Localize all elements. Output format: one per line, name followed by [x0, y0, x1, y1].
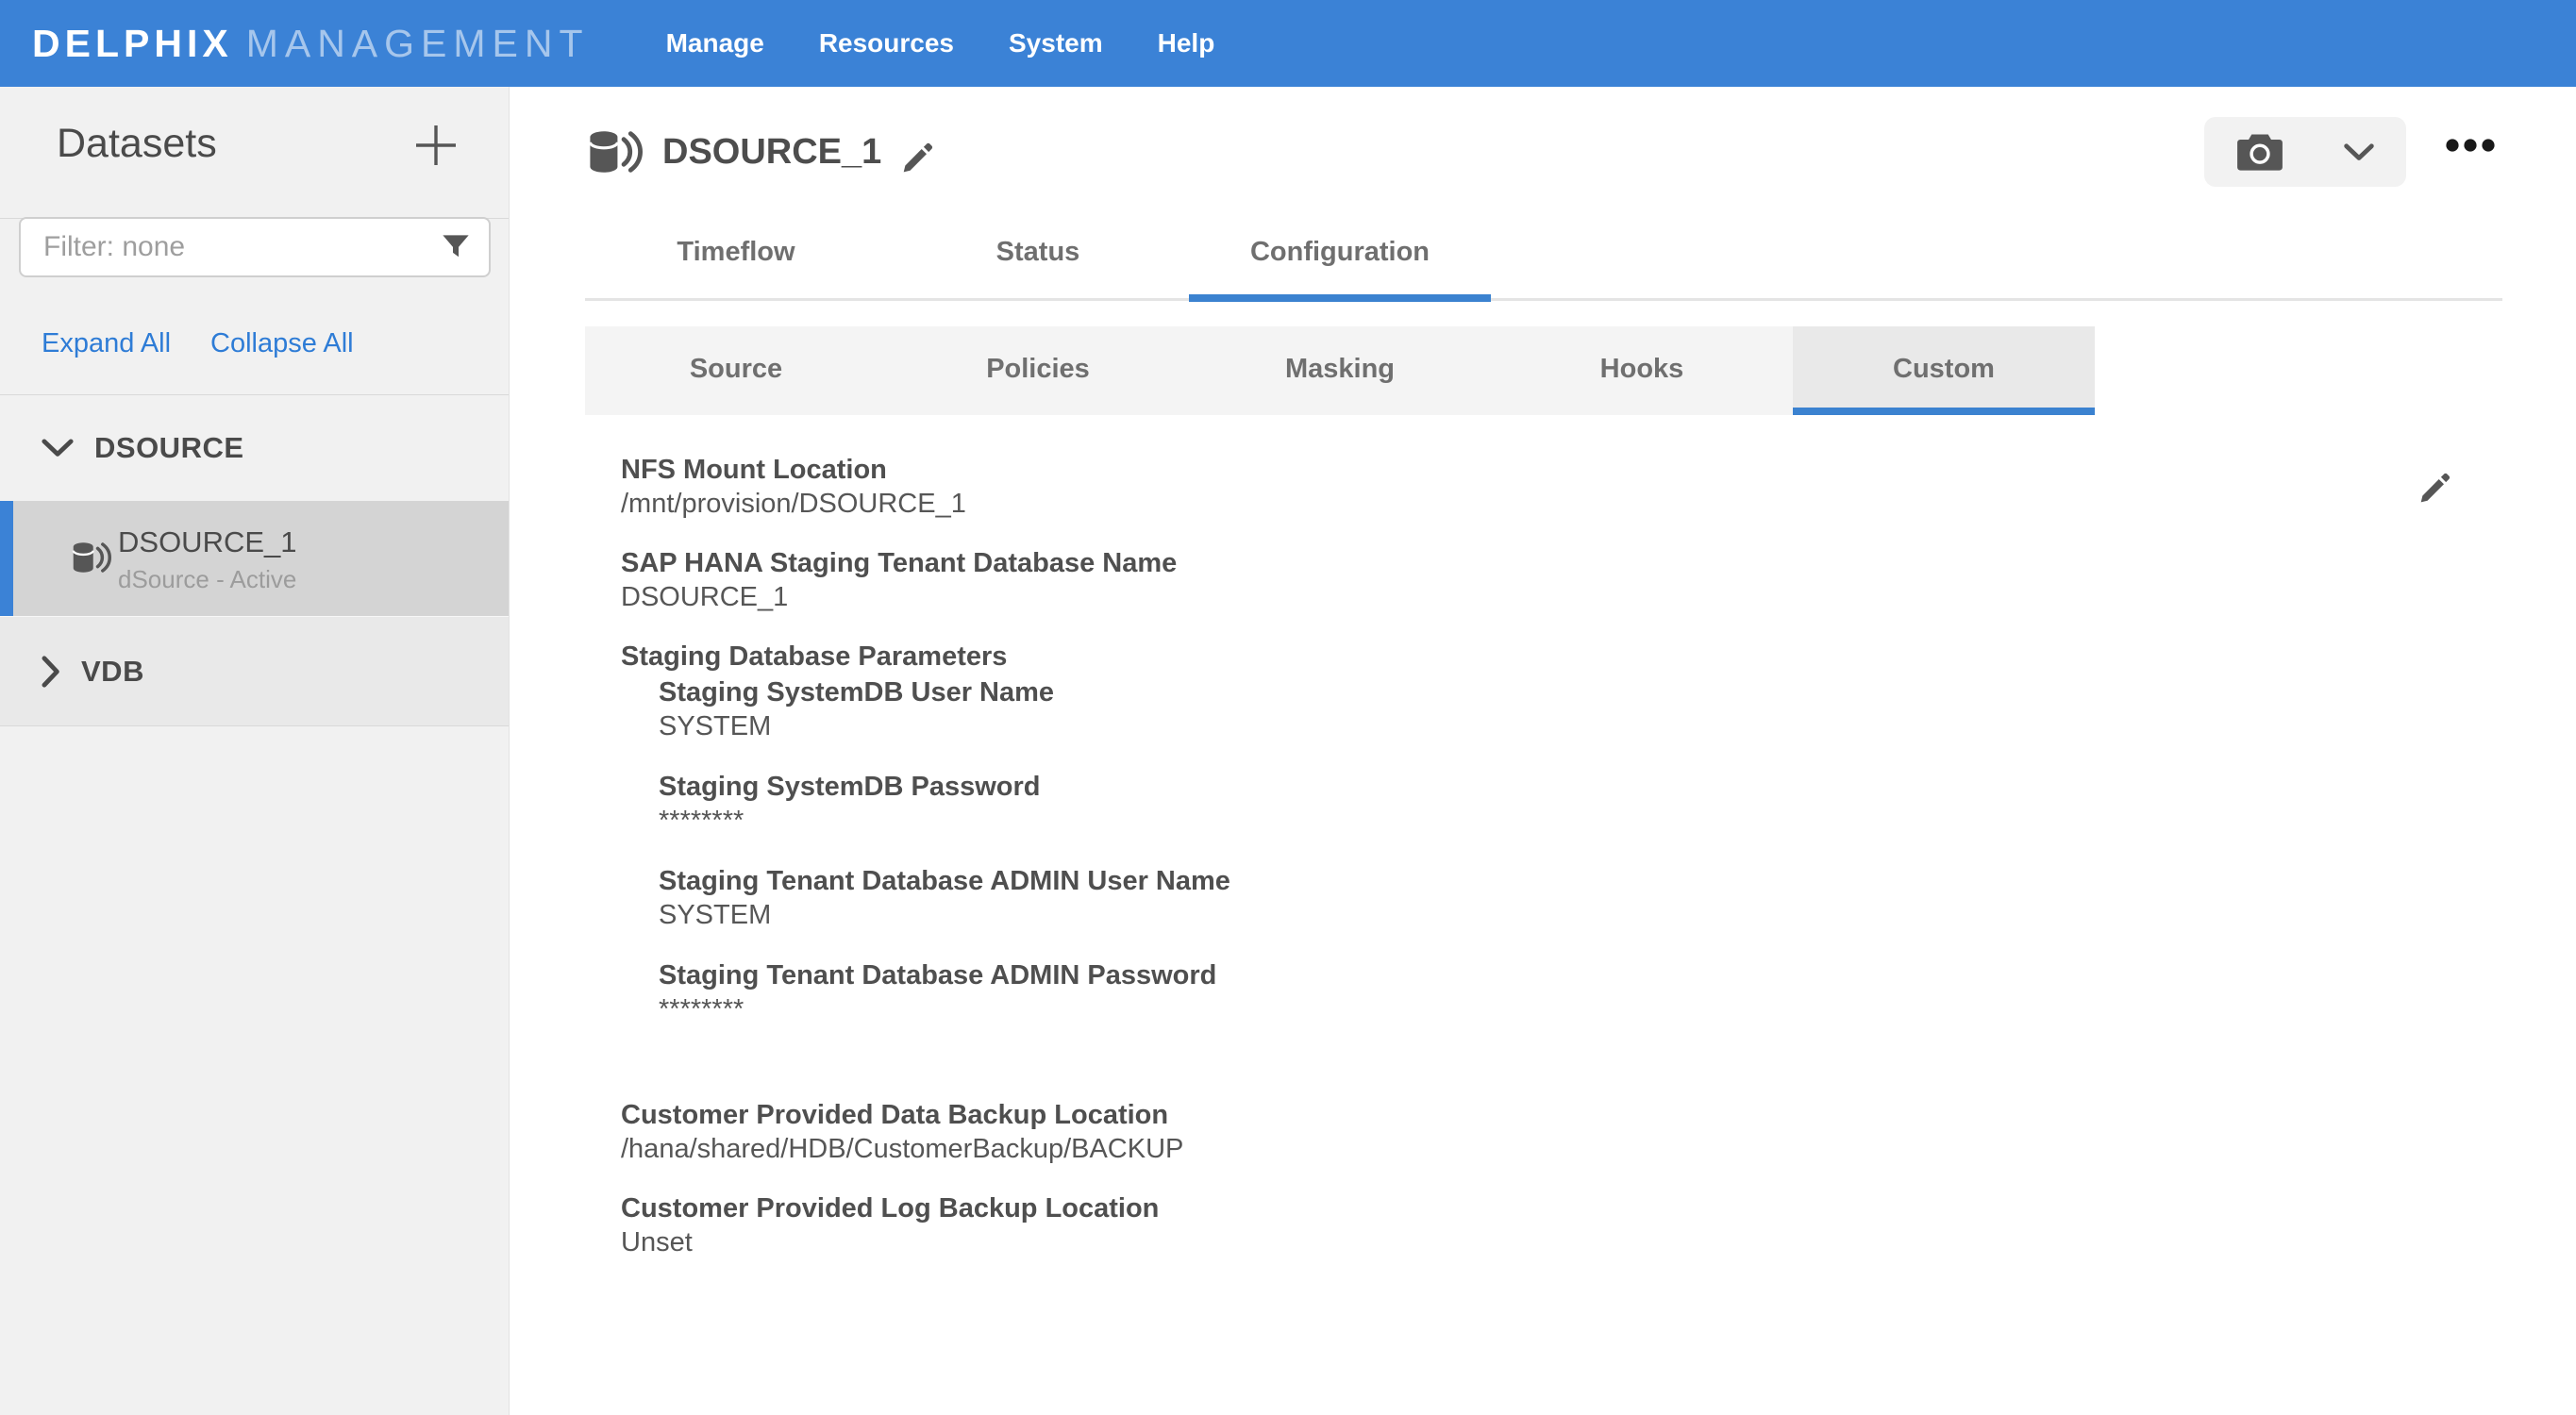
- field-staging-systemdb-user: Staging SystemDB User Name SYSTEM: [659, 675, 2131, 743]
- field-label: Customer Provided Log Backup Location: [621, 1191, 2131, 1225]
- filter-input[interactable]: [19, 217, 491, 277]
- field-label: Staging Tenant Database ADMIN Password: [659, 958, 2131, 992]
- sidebar-title: Datasets: [57, 121, 217, 167]
- tree-item-status: dSource - Active: [118, 565, 296, 594]
- field-value: SYSTEM: [659, 898, 2131, 932]
- chevron-down-icon: [2344, 143, 2374, 161]
- collapse-all-link[interactable]: Collapse All: [210, 328, 354, 359]
- field-value-masked: ********: [659, 804, 2131, 838]
- field-label: Staging Tenant Database ADMIN User Name: [659, 864, 2131, 898]
- tree-group-dsource[interactable]: DSOURCE: [0, 395, 509, 501]
- dsource-icon: [588, 128, 643, 175]
- chevron-down-icon: [42, 439, 74, 458]
- top-nav-menu: Manage Resources System Help: [639, 0, 1243, 87]
- subtab-hooks[interactable]: Hooks: [1491, 326, 1793, 415]
- tree-item-dsource-1[interactable]: DSOURCE_1 dSource - Active: [0, 501, 509, 616]
- nav-item-system[interactable]: System: [981, 0, 1130, 87]
- field-value: /mnt/provision/DSOURCE_1: [621, 487, 2131, 521]
- add-dataset-button[interactable]: [411, 121, 460, 170]
- page-title: DSOURCE_1: [662, 132, 881, 173]
- selected-accent-bar: [0, 501, 13, 616]
- tab-timeflow[interactable]: Timeflow: [585, 207, 887, 298]
- tree-group-label: VDB: [81, 655, 144, 689]
- tree-group-label: DSOURCE: [94, 431, 244, 465]
- snapshot-camera-icon: [2236, 132, 2283, 172]
- edit-custom-configuration-button[interactable]: [2417, 470, 2453, 506]
- subtab-masking[interactable]: Masking: [1189, 326, 1491, 415]
- snapshot-button[interactable]: [2204, 117, 2406, 187]
- plus-icon: [411, 121, 460, 170]
- filter-icon[interactable]: [442, 234, 470, 262]
- nav-item-resources[interactable]: Resources: [792, 0, 981, 87]
- tab-status[interactable]: Status: [887, 207, 1189, 298]
- field-staging-tenant-admin-password: Staging Tenant Database ADMIN Password *…: [659, 958, 2131, 1026]
- nav-item-manage[interactable]: Manage: [639, 0, 792, 87]
- more-icon: [2446, 138, 2495, 153]
- dsource-icon: [72, 541, 111, 574]
- brand-secondary: MANAGEMENT: [246, 22, 590, 66]
- field-label: Staging SystemDB User Name: [659, 675, 2131, 709]
- main-panel: DSOURCE_1: [510, 87, 2576, 1415]
- datasets-sidebar: Datasets Expand All Collapse All: [0, 87, 510, 1415]
- expand-all-link[interactable]: Expand All: [42, 328, 171, 359]
- field-value: Unset: [621, 1225, 2131, 1259]
- app-root: DELPHIX MANAGEMENT Manage Resources Syst…: [0, 0, 2576, 1415]
- nav-item-help[interactable]: Help: [1130, 0, 1243, 87]
- field-nfs-mount-location: NFS Mount Location /mnt/provision/DSOURC…: [621, 453, 2131, 521]
- field-label: Customer Provided Data Backup Location: [621, 1098, 2131, 1132]
- field-staging-tenant-admin-user: Staging Tenant Database ADMIN User Name …: [659, 864, 2131, 932]
- subtab-policies[interactable]: Policies: [887, 326, 1189, 415]
- field-label: Staging SystemDB Password: [659, 770, 2131, 804]
- field-staging-systemdb-password: Staging SystemDB Password ********: [659, 770, 2131, 838]
- section-spacer: [621, 1053, 2131, 1098]
- rename-dataset-button[interactable]: [900, 140, 936, 175]
- field-customer-data-backup-location: Customer Provided Data Backup Location /…: [621, 1098, 2131, 1166]
- field-value: SYSTEM: [659, 709, 2131, 743]
- brand-primary: DELPHIX: [32, 22, 233, 66]
- tree-group-vdb[interactable]: VDB: [0, 616, 509, 726]
- sidebar-header: Datasets: [0, 87, 509, 219]
- custom-configuration-panel: NFS Mount Location /mnt/provision/DSOURC…: [621, 415, 2131, 1285]
- field-value: DSOURCE_1: [621, 580, 2131, 614]
- group-children: Staging SystemDB User Name SYSTEM Stagin…: [659, 675, 2131, 1026]
- field-value-masked: ********: [659, 992, 2131, 1026]
- group-staging-database-parameters: Staging Database Parameters Staging Syst…: [621, 640, 2131, 1026]
- tree-item-label: DSOURCE_1: [118, 525, 297, 559]
- filter-field-wrap: [19, 217, 491, 277]
- edit-pencil-icon: [900, 140, 936, 175]
- edit-pencil-icon: [2417, 470, 2453, 506]
- tree-expand-controls: Expand All Collapse All: [42, 321, 354, 366]
- dataset-tabs: Timeflow Status Configuration: [585, 207, 2502, 301]
- field-customer-log-backup-location: Customer Provided Log Backup Location Un…: [621, 1191, 2131, 1259]
- chevron-right-icon: [42, 656, 60, 688]
- delphix-logo: DELPHIX MANAGEMENT: [32, 22, 590, 66]
- group-label: Staging Database Parameters: [621, 640, 2131, 674]
- configuration-subtabs: Source Policies Masking Hooks Custom: [585, 326, 2095, 415]
- subtab-source[interactable]: Source: [585, 326, 887, 415]
- tab-configuration[interactable]: Configuration: [1189, 207, 1491, 298]
- field-staging-tenant-db-name: SAP HANA Staging Tenant Database Name DS…: [621, 546, 2131, 614]
- field-label: NFS Mount Location: [621, 453, 2131, 487]
- field-value: /hana/shared/HDB/CustomerBackup/BACKUP: [621, 1132, 2131, 1166]
- field-label: SAP HANA Staging Tenant Database Name: [621, 546, 2131, 580]
- subtab-custom[interactable]: Custom: [1793, 326, 2095, 415]
- more-actions-button[interactable]: [2446, 138, 2495, 153]
- top-navigation-bar: DELPHIX MANAGEMENT Manage Resources Syst…: [0, 0, 2576, 87]
